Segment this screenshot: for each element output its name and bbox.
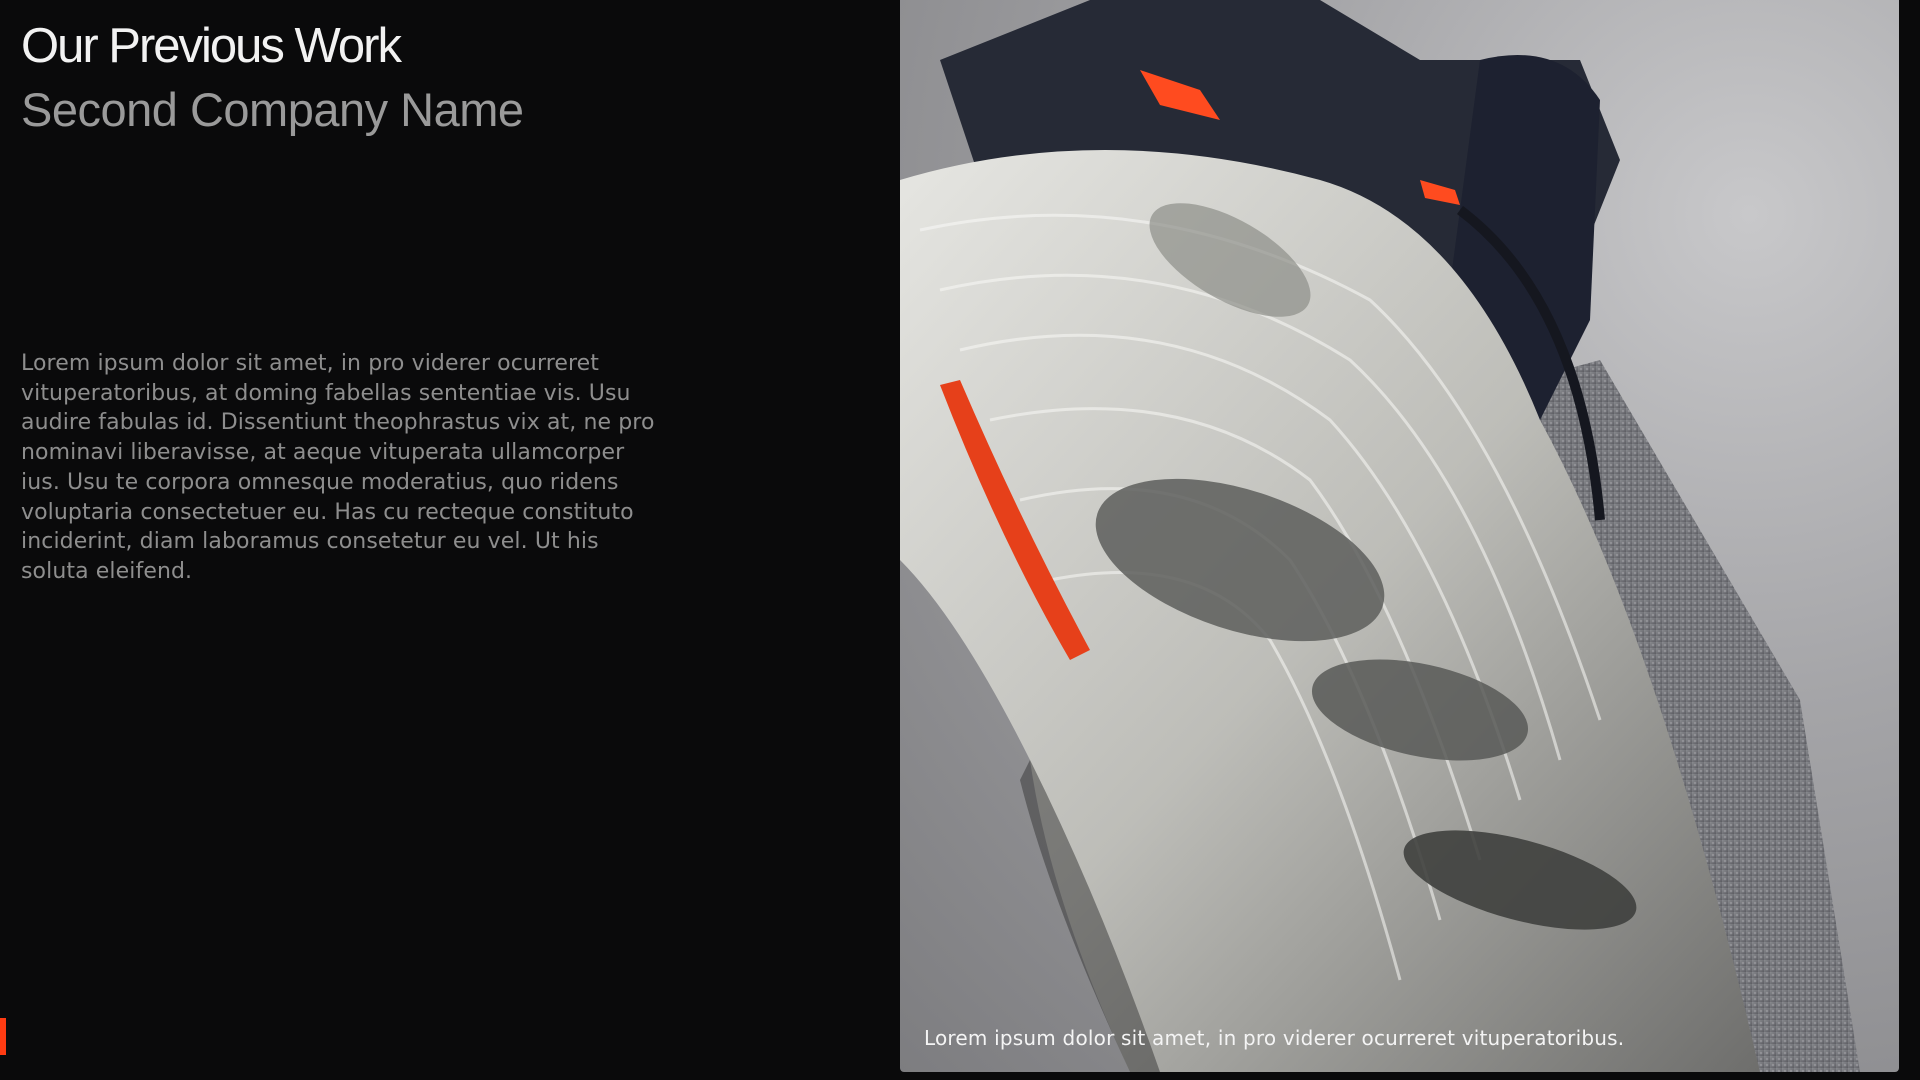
company-name: Second Company Name [21, 83, 524, 136]
page-title: Our Previous Work [21, 19, 402, 73]
project-image: Lorem ipsum dolor sit amet, in pro vider… [900, 0, 1899, 1072]
slide-indicator [0, 1018, 6, 1055]
description-text: Lorem ipsum dolor sit amet, in pro vider… [21, 351, 655, 584]
image-caption: Lorem ipsum dolor sit amet, in pro vider… [924, 1026, 1625, 1050]
text-panel: Our Previous Work Second Company Name Lo… [0, 0, 900, 1080]
sneaker-illustration [900, 0, 1860, 1072]
